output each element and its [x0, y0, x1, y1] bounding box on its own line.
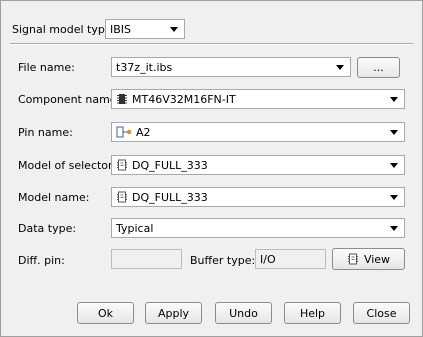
view-button-label: View — [363, 252, 391, 266]
undo-button[interactable]: Undo — [215, 302, 272, 324]
chip-icon — [116, 93, 128, 105]
signal-model-type-value: IBIS — [110, 22, 132, 36]
ibis-model-dialog: Signal model type: IBIS File name: t37z_… — [0, 0, 423, 337]
model-icon — [116, 191, 128, 203]
model-name-select[interactable]: DQ_FULL_333 — [111, 187, 405, 207]
chevron-down-icon — [390, 129, 398, 135]
model-name-label: Model name: — [18, 191, 90, 204]
buffer-type-field: I/O — [255, 249, 326, 269]
pin-name-label: Pin name: — [18, 126, 73, 139]
chevron-down-icon — [390, 162, 398, 168]
file-name-value: t37z_it.ibs — [116, 60, 173, 74]
component-name-label: Component name: — [18, 93, 121, 106]
chevron-down-icon — [390, 225, 398, 231]
signal-model-type-label: Signal model type: — [12, 23, 116, 36]
help-button[interactable]: Help — [284, 302, 341, 324]
buffer-type-label: Buffer type: — [190, 254, 256, 267]
separator-highlight — [10, 44, 413, 45]
pin-icon — [116, 126, 132, 138]
pin-name-select[interactable]: A2 — [111, 122, 405, 142]
data-type-select[interactable]: Typical — [111, 218, 405, 238]
component-name-select[interactable]: MT46V32M16FN-IT — [111, 89, 405, 109]
component-name-value: MT46V32M16FN-IT — [132, 92, 236, 106]
ok-button[interactable]: Ok — [77, 302, 134, 324]
apply-button[interactable]: Apply — [145, 302, 202, 324]
model-icon — [116, 159, 128, 171]
chevron-down-icon — [390, 96, 398, 102]
browse-button[interactable]: ... — [357, 57, 400, 78]
chevron-down-icon — [336, 64, 344, 70]
close-button[interactable]: Close — [353, 302, 410, 324]
chevron-down-icon — [170, 26, 178, 32]
model-icon — [347, 253, 359, 265]
file-name-select[interactable]: t37z_it.ibs — [111, 57, 351, 77]
diff-pin-label: Diff. pin: — [18, 254, 65, 267]
data-type-value: Typical — [116, 221, 154, 235]
diff-pin-field — [111, 249, 182, 269]
file-name-label: File name: — [18, 61, 75, 74]
model-of-selector-value: DQ_FULL_333 — [132, 158, 208, 172]
data-type-label: Data type: — [18, 222, 77, 235]
signal-model-type-select[interactable]: IBIS — [105, 19, 185, 39]
chevron-down-icon — [390, 194, 398, 200]
view-button[interactable]: View — [332, 248, 405, 270]
model-of-selector-select[interactable]: DQ_FULL_333 — [111, 155, 405, 175]
model-name-value: DQ_FULL_333 — [132, 190, 208, 204]
model-of-selector-label: Model of selector: — [18, 159, 117, 172]
pin-name-value: A2 — [136, 125, 151, 139]
